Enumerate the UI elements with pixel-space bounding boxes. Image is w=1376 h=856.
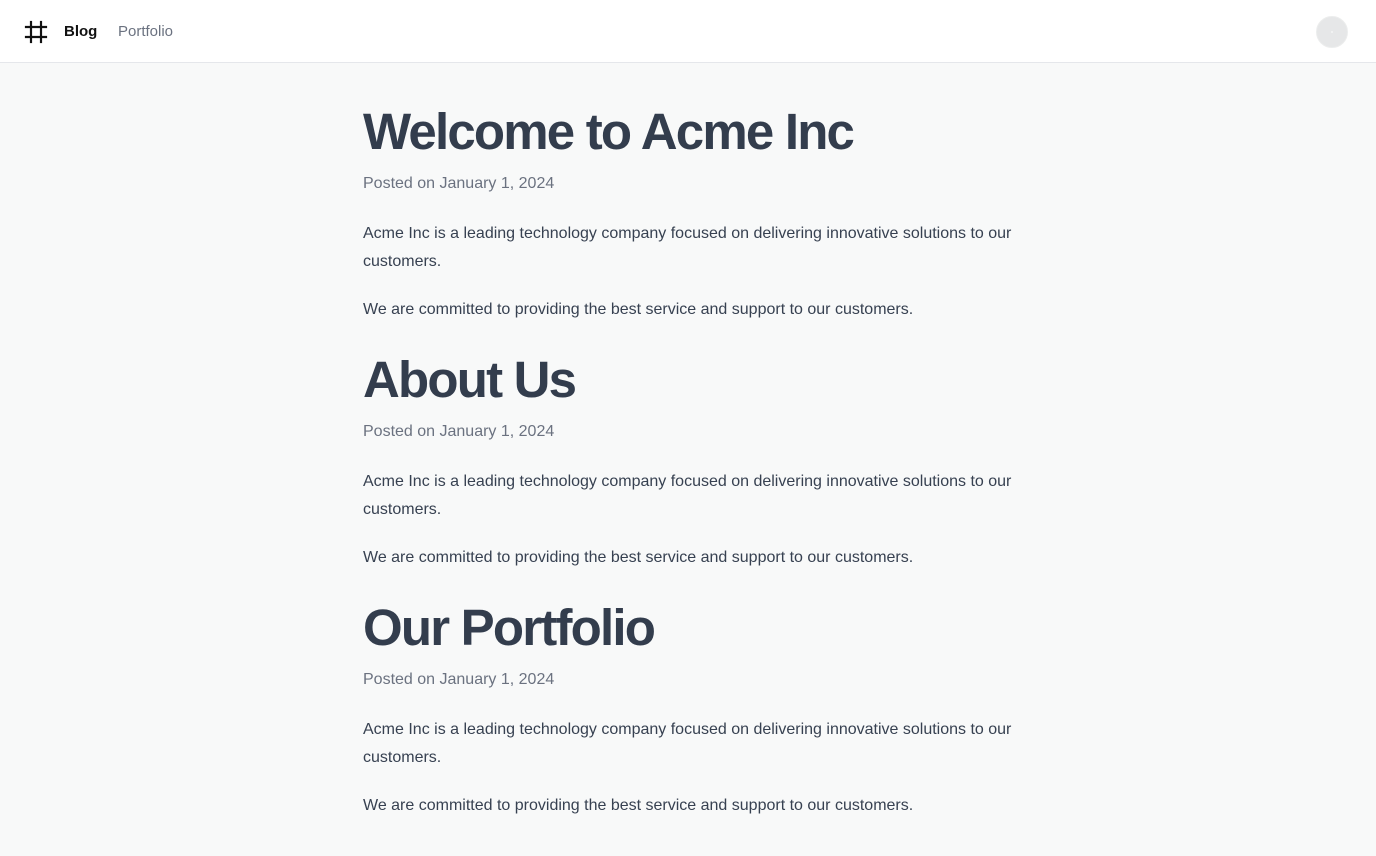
nav-link-blog[interactable]: Blog [64,22,97,42]
post-title: About Us [363,351,577,408]
post-title: Welcome to Acme Inc [363,103,855,160]
post-paragraph: Acme Inc is a leading technology company… [363,721,1012,766]
post-paragraph: We are committed to providing the best s… [363,797,914,814]
avatar-placeholder-dot [1331,31,1333,33]
nav-link-portfolio[interactable]: Portfolio [118,22,173,42]
blog-post: About Us Posted on January 1, 2024 Acme … [363,348,1013,596]
post-title: Our Portfolio [363,599,656,656]
post-date: Posted on January 1, 2024 [363,175,555,192]
post-date: Posted on January 1, 2024 [363,671,555,688]
post-paragraph: Acme Inc is a leading technology company… [363,225,1012,270]
post-paragraph: We are committed to providing the best s… [363,301,914,318]
post-date: Posted on January 1, 2024 [363,423,555,440]
hashtag-icon[interactable] [24,20,48,44]
user-avatar[interactable] [1316,16,1348,48]
blog-post-list: Welcome to Acme Inc Posted on January 1,… [363,100,1013,844]
post-paragraph: We are committed to providing the best s… [363,549,914,566]
blog-post: Welcome to Acme Inc Posted on January 1,… [363,100,1013,348]
blog-post: Our Portfolio Posted on January 1, 2024 … [363,596,1013,844]
post-paragraph: Acme Inc is a leading technology company… [363,473,1012,518]
top-navigation-bar: Blog Portfolio [0,0,1376,63]
